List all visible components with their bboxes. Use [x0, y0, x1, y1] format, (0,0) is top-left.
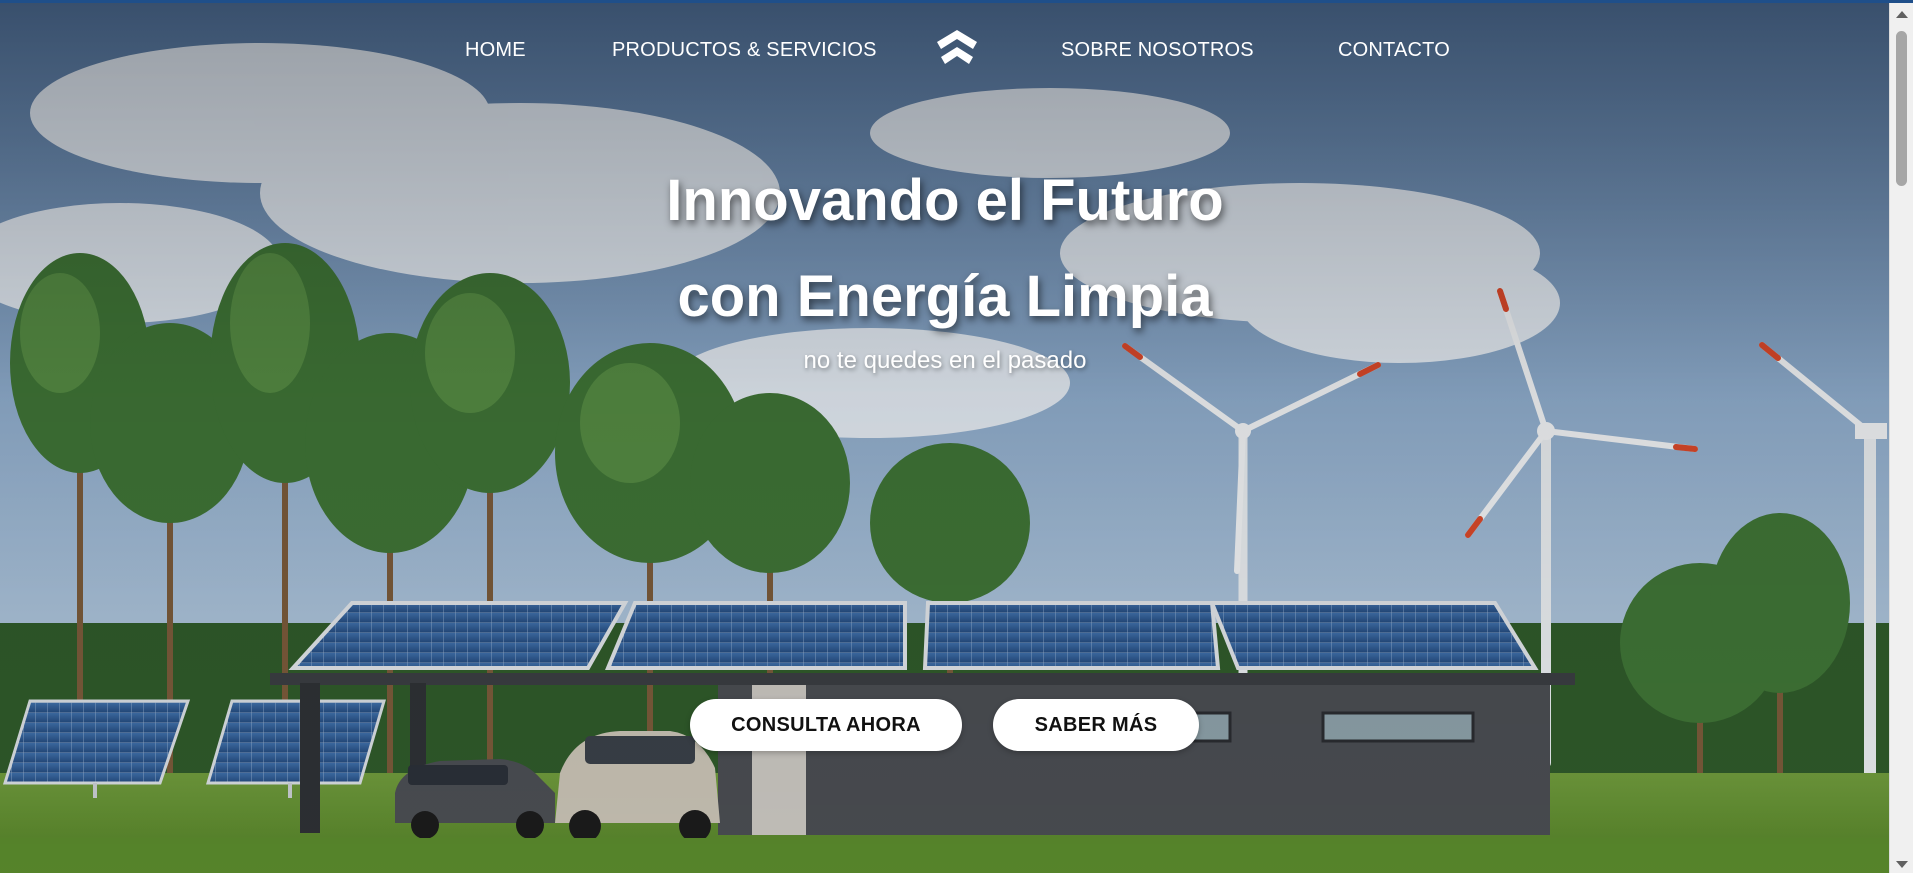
- scroll-down-arrow-icon[interactable]: [1896, 861, 1908, 868]
- learn-more-button[interactable]: SABER MÁS: [993, 699, 1199, 751]
- consult-now-button[interactable]: CONSULTA AHORA: [690, 699, 962, 751]
- scroll-up-arrow-icon[interactable]: [1896, 11, 1908, 18]
- hero-title-line-2: con Energía Limpia: [677, 264, 1213, 329]
- vertical-scrollbar[interactable]: [1889, 3, 1913, 873]
- brand-logo-icon[interactable]: [933, 27, 981, 71]
- hero-subtitle: no te quedes en el pasado: [803, 347, 1087, 374]
- scrollbar-thumb[interactable]: [1896, 31, 1907, 186]
- nav-home-link[interactable]: HOME: [465, 39, 526, 62]
- hero-title: Innovando el Futuro con Energía Limpia: [0, 153, 1890, 345]
- nav-contact-link[interactable]: CONTACTO: [1338, 39, 1450, 62]
- nav-about-us-link[interactable]: SOBRE NOSOTROS: [1061, 39, 1254, 62]
- nav-products-services-link[interactable]: PRODUCTOS & SERVICIOS: [612, 39, 877, 62]
- hero-title-line-1: Innovando el Futuro: [666, 168, 1224, 233]
- browser-viewport: HOME PRODUCTOS & SERVICIOS SOBRE NOSOTRO…: [0, 0, 1913, 873]
